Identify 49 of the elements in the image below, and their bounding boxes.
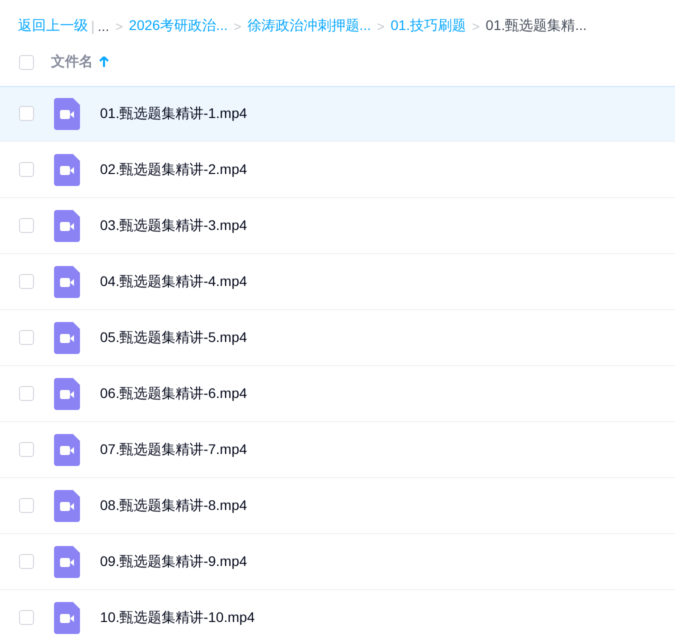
file-row[interactable]: 01.甄选题集精讲-1.mp4 [0, 86, 675, 142]
file-row[interactable]: 03.甄选题集精讲-3.mp4 [0, 198, 675, 254]
sort-up-arrow-icon[interactable] [99, 56, 109, 68]
select-all-checkbox[interactable] [19, 54, 34, 70]
file-row[interactable]: 08.甄选题集精讲-8.mp4 [0, 478, 675, 534]
video-file-icon [54, 322, 80, 354]
breadcrumb-current: 01.甄选题集精... [486, 17, 587, 35]
video-file-icon [54, 490, 80, 522]
checkbox[interactable] [19, 498, 34, 513]
video-file-icon [54, 154, 80, 186]
checkbox[interactable] [19, 106, 34, 121]
checkbox[interactable] [19, 386, 34, 401]
checkbox[interactable] [19, 442, 34, 457]
file-name[interactable]: 06.甄选题集精讲-6.mp4 [100, 384, 248, 402]
checkbox[interactable] [19, 274, 34, 289]
file-row[interactable]: 06.甄选题集精讲-6.mp4 [0, 366, 675, 422]
video-file-icon [54, 98, 80, 130]
breadcrumb-ellipsis[interactable]: ... [98, 18, 110, 34]
video-file-icon [54, 266, 80, 298]
file-row[interactable]: 09.甄选题集精讲-9.mp4 [0, 534, 675, 590]
file-row[interactable]: 02.甄选题集精讲-2.mp4 [0, 142, 675, 198]
video-file-icon [54, 602, 80, 634]
file-name[interactable]: 04.甄选题集精讲-4.mp4 [100, 272, 248, 290]
video-file-icon [54, 210, 80, 242]
breadcrumb-divider: | [91, 18, 95, 34]
checkbox[interactable] [19, 610, 34, 625]
file-name[interactable]: 08.甄选题集精讲-8.mp4 [100, 496, 248, 514]
file-name[interactable]: 03.甄选题集精讲-3.mp4 [100, 216, 248, 234]
file-name[interactable]: 01.甄选题集精讲-1.mp4 [100, 104, 248, 122]
checkbox[interactable] [19, 162, 34, 177]
file-row[interactable]: 05.甄选题集精讲-5.mp4 [0, 310, 675, 366]
file-row[interactable]: 04.甄选题集精讲-4.mp4 [0, 254, 675, 310]
breadcrumb-separator: > [115, 18, 123, 34]
file-name[interactable]: 09.甄选题集精讲-9.mp4 [100, 552, 248, 570]
video-file-icon [54, 546, 80, 578]
breadcrumb-separator: > [472, 18, 480, 34]
file-name[interactable]: 02.甄选题集精讲-2.mp4 [100, 160, 248, 178]
checkbox[interactable] [19, 554, 34, 569]
checkbox[interactable] [19, 330, 34, 345]
breadcrumb-separator: > [234, 18, 242, 34]
breadcrumb-separator: > [377, 18, 385, 34]
video-file-icon [54, 434, 80, 466]
file-row[interactable]: 07.甄选题集精讲-7.mp4 [0, 422, 675, 478]
file-row[interactable]: 10.甄选题集精讲-10.mp4 [0, 590, 675, 644]
file-name[interactable]: 10.甄选题集精讲-10.mp4 [100, 608, 255, 626]
file-name[interactable]: 07.甄选题集精讲-7.mp4 [100, 440, 248, 458]
checkbox[interactable] [19, 218, 34, 233]
video-file-icon [54, 378, 80, 410]
file-name[interactable]: 05.甄选题集精讲-5.mp4 [100, 328, 248, 346]
